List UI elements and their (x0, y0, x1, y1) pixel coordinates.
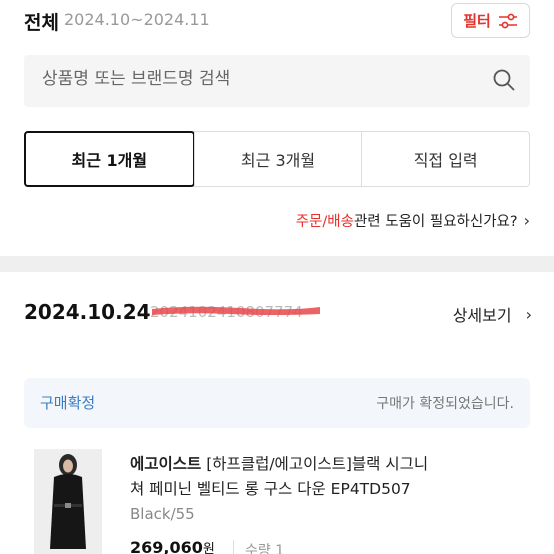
order-status-bar: 구매확정 구매가 확정되었습니다. (24, 378, 530, 428)
page-title: 전체 (24, 12, 59, 34)
chevron-right-icon: › (525, 304, 532, 324)
tab-recent-1-month[interactable]: 최근 1개월 (24, 131, 195, 187)
filter-button[interactable]: 필터 (451, 3, 530, 38)
product-brand: 에고이스트 (130, 455, 202, 473)
detail-link[interactable]: 상세보기 › (453, 302, 532, 326)
date-period: 2024.10~2024.11 (64, 10, 210, 29)
product-quantity: 수량 1 (245, 543, 285, 554)
detail-label: 상세보기 (452, 306, 512, 325)
tab-recent-3-months[interactable]: 최근 3개월 (193, 132, 362, 186)
price-currency: 원 (202, 542, 215, 554)
product-option: Black/55 (130, 505, 195, 523)
tab-custom-input[interactable]: 직접 입력 (361, 132, 529, 186)
product-thumbnail[interactable] (34, 449, 102, 554)
search-input[interactable] (42, 69, 462, 89)
redaction-mark (152, 306, 320, 315)
sliders-icon (498, 13, 518, 29)
product-title-line1[interactable]: 에고이스트 [하프클럽/에고이스트]블랙 시그니 (130, 452, 530, 477)
product-price: 269,060원 (130, 538, 215, 554)
price-value: 269,060 (130, 538, 203, 554)
product-name-line1: [하프클럽/에고이스트]블랙 시그니 (206, 455, 429, 473)
period-tabs: 최근 1개월 최근 3개월 직접 입력 (24, 131, 530, 187)
help-text: 관련 도움이 필요하신가요? (353, 214, 518, 230)
search-box (24, 55, 530, 107)
chevron-right-icon: › (523, 211, 530, 230)
help-accent: 주문/배송 (295, 214, 354, 230)
help-link[interactable]: 주문/배송관련 도움이 필요하신가요? › (296, 210, 530, 231)
section-divider (0, 256, 554, 272)
order-date: 2024.10.24 (24, 300, 151, 324)
product-name-line2[interactable]: 쳐 페미닌 벨티드 롱 구스 다운 EP4TD507 (130, 477, 411, 499)
header: 전체 2024.10~2024.11 필터 (0, 0, 554, 42)
search-icon[interactable] (492, 68, 516, 96)
filter-label: 필터 (463, 12, 491, 30)
status-message: 구매가 확정되었습니다. (376, 396, 514, 412)
status-badge: 구매확정 (40, 394, 96, 412)
separator (233, 540, 234, 554)
